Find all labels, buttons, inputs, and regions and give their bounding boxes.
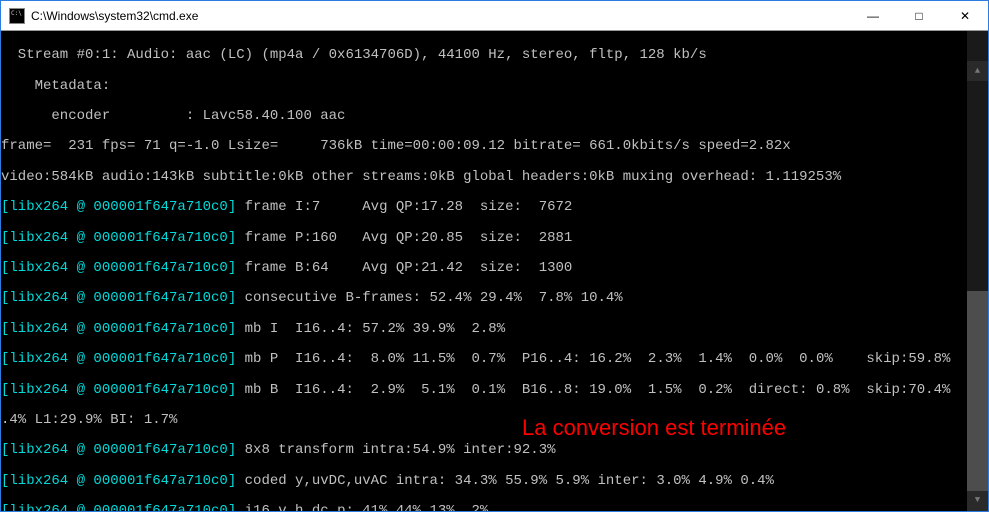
output-line: [libx264 @ 000001f647a710c0] frame P:160…: [1, 231, 988, 246]
scroll-down-button[interactable]: ▼: [967, 491, 988, 511]
encoder-tag: [libx264 @ 000001f647a710c0]: [1, 290, 236, 306]
output-line: Metadata:: [1, 79, 988, 94]
encoder-tag: [libx264 @ 000001f647a710c0]: [1, 382, 236, 398]
scrollbar-thumb[interactable]: [967, 291, 988, 491]
vertical-scrollbar[interactable]: ▲ ▼: [967, 31, 988, 511]
encoder-tag: [libx264 @ 000001f647a710c0]: [1, 442, 236, 458]
window-titlebar: C:\Windows\system32\cmd.exe — □ ✕: [1, 1, 988, 31]
output-line: [libx264 @ 000001f647a710c0] mb I I16..4…: [1, 322, 988, 337]
encoder-tag: [libx264 @ 000001f647a710c0]: [1, 199, 236, 215]
encoder-tag: [libx264 @ 000001f647a710c0]: [1, 503, 236, 511]
minimize-button[interactable]: —: [850, 1, 896, 31]
output-line: [libx264 @ 000001f647a710c0] 8x8 transfo…: [1, 443, 988, 458]
cmd-icon: [9, 8, 25, 24]
encoder-tag: [libx264 @ 000001f647a710c0]: [1, 321, 236, 337]
close-button[interactable]: ✕: [942, 1, 988, 31]
output-line: [libx264 @ 000001f647a710c0] frame B:64 …: [1, 261, 988, 276]
encoder-tag: [libx264 @ 000001f647a710c0]: [1, 260, 236, 276]
output-line: [libx264 @ 000001f647a710c0] i16 v,h,dc,…: [1, 504, 988, 511]
encoder-tag: [libx264 @ 000001f647a710c0]: [1, 351, 236, 367]
encoder-tag: [libx264 @ 000001f647a710c0]: [1, 230, 236, 246]
output-line: [libx264 @ 000001f647a710c0] mb P I16..4…: [1, 352, 988, 367]
output-line: frame= 231 fps= 71 q=-1.0 Lsize= 736kB t…: [1, 139, 988, 154]
output-line: video:584kB audio:143kB subtitle:0kB oth…: [1, 170, 988, 185]
output-line: [libx264 @ 000001f647a710c0] coded y,uvD…: [1, 474, 988, 489]
terminal-output[interactable]: Stream #0:1: Audio: aac (LC) (mp4a / 0x6…: [1, 31, 988, 511]
output-line: [libx264 @ 000001f647a710c0] mb B I16..4…: [1, 383, 988, 398]
output-line: [libx264 @ 000001f647a710c0] frame I:7 A…: [1, 200, 988, 215]
window-title: C:\Windows\system32\cmd.exe: [31, 9, 850, 23]
output-line: encoder : Lavc58.40.100 aac: [1, 109, 988, 124]
scrollbar-track[interactable]: [967, 51, 988, 491]
output-line: Stream #0:1: Audio: aac (LC) (mp4a / 0x6…: [1, 48, 988, 63]
encoder-tag: [libx264 @ 000001f647a710c0]: [1, 473, 236, 489]
maximize-button[interactable]: □: [896, 1, 942, 31]
output-line: [libx264 @ 000001f647a710c0] consecutive…: [1, 291, 988, 306]
output-line: .4% L1:29.9% BI: 1.7%: [1, 413, 988, 428]
annotation-overlay: La conversion est terminée: [522, 420, 786, 435]
